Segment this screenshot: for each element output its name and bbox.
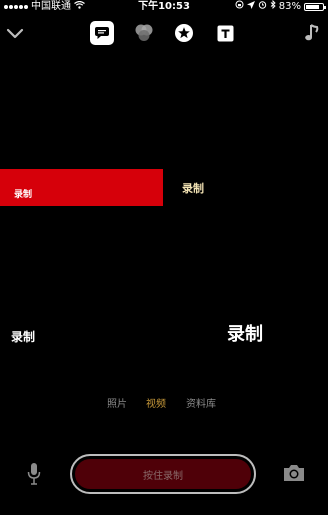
speech-bubble-icon <box>90 21 114 45</box>
mode-tabs: 照片 视频 资料库 <box>0 398 328 412</box>
star-icon[interactable] <box>172 18 196 48</box>
battery-percent: 83% <box>278 1 301 12</box>
rotation-lock-icon <box>235 0 244 14</box>
record-button-inner: 按住录制 <box>75 459 251 489</box>
red-banner[interactable]: 录制 <box>0 169 163 206</box>
camera-icon[interactable] <box>282 462 306 484</box>
record-button-label: 按住录制 <box>143 470 183 482</box>
chevron-down-icon[interactable] <box>4 18 26 48</box>
battery-fill <box>306 5 320 9</box>
location-icon <box>246 0 255 14</box>
text-icon[interactable] <box>213 18 237 48</box>
bluetooth-icon <box>270 0 276 14</box>
battery-icon <box>304 3 326 11</box>
right-text-label[interactable]: 录制 <box>227 320 263 346</box>
tab-video[interactable]: 视频 <box>146 398 166 412</box>
tab-library[interactable]: 资料库 <box>186 398 216 412</box>
music-note-icon[interactable] <box>300 18 324 48</box>
alarm-icon <box>258 0 267 14</box>
top-toolbar <box>0 18 328 48</box>
gold-text-label[interactable]: 录制 <box>182 180 204 196</box>
tab-photo[interactable]: 照片 <box>107 398 127 412</box>
status-bar: 中国联通 下午10:53 83% <box>0 0 328 14</box>
record-button[interactable]: 按住录制 <box>70 454 256 494</box>
status-right: 83% <box>235 0 326 14</box>
microphone-icon[interactable] <box>24 460 44 488</box>
banner-label: 录制 <box>14 190 33 200</box>
speech-bubble-button[interactable] <box>88 18 116 48</box>
left-text-label[interactable]: 录制 <box>11 328 35 345</box>
color-circles-icon[interactable] <box>131 18 157 48</box>
